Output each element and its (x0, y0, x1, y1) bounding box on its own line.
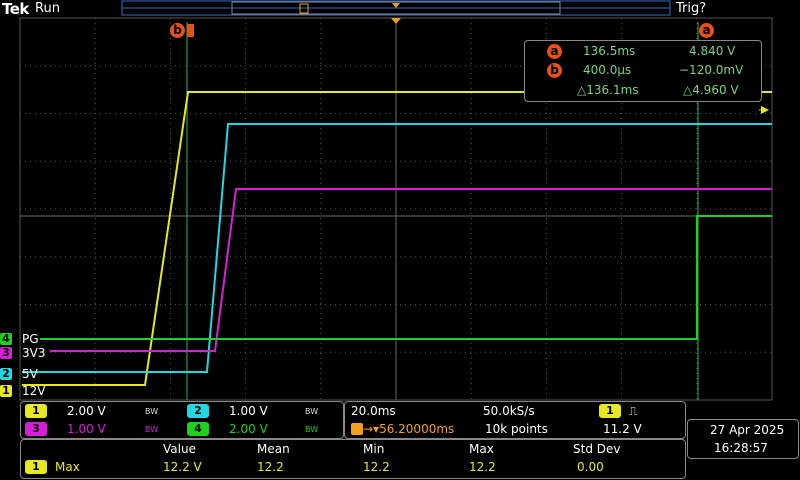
cursor-b-badge: b (547, 63, 562, 78)
timebase[interactable]: 20.0ms (351, 404, 396, 418)
ch2-badge[interactable]: 2 (187, 404, 209, 418)
ch1-scale[interactable]: 2.00 V (67, 404, 106, 418)
trigger-t-icon (351, 423, 363, 435)
measurement-panel: Value Mean Min Max Std Dev 1 Max 12.2 V … (20, 439, 686, 479)
cursor-readout: a 136.5ms 4.840 V b 400.0µs −120.0mV △13… (524, 40, 762, 102)
trigger-position-marker (391, 18, 401, 24)
meas-value: 12.2 V (163, 460, 202, 474)
ch1-badge[interactable]: 1 (25, 404, 47, 418)
datetime-display: 27 Apr 2025 16:28:57 (687, 419, 799, 459)
waveform-ch4-pg (40, 215, 772, 340)
cursor-a-badge: a (547, 44, 562, 59)
meas-type: Max (55, 460, 80, 474)
cursor-b-time: 400.0µs (583, 63, 632, 77)
vertical-settings-panel: 1 2.00 V BW 2 1.00 V BW 3 1.00 V BW 4 2.… (20, 401, 344, 439)
ch4-scale[interactable]: 2.00 V (229, 422, 268, 436)
date: 27 Apr 2025 (710, 423, 785, 437)
cursor-a-time: 136.5ms (583, 44, 636, 58)
horizontal-trigger-panel: 20.0ms 50.0kS/s 1 ⎍ →▾56.20000ms 10k poi… (344, 401, 686, 439)
ch2-scale[interactable]: 1.00 V (229, 404, 268, 418)
ch1-bw-limit: BW (145, 407, 159, 416)
meas-max: 12.2 (469, 460, 496, 474)
waveform-ch2-5v (22, 123, 772, 373)
meas-std-dev: 0.00 (577, 460, 604, 474)
sample-rate: 50.0kS/s (483, 404, 535, 418)
ch2-bw-limit: BW (305, 407, 319, 416)
record-length: 10k points (485, 422, 548, 436)
meas-header-mean: Mean (257, 442, 290, 456)
ch3-scale[interactable]: 1.00 V (67, 422, 106, 436)
cursor-b-handle (187, 24, 194, 37)
meas-mean: 12.2 (257, 460, 284, 474)
waveform-ch1-12v (22, 91, 772, 386)
cursor-a-top-badge[interactable]: a (699, 23, 714, 38)
cursor-delta-value: △4.960 V (683, 83, 739, 97)
meas-header-value: Value (163, 442, 196, 456)
trigger-slope-icon[interactable]: ⎍ (629, 404, 637, 419)
waveform-ch3-3v3 (50, 188, 772, 352)
table-row[interactable]: 1 Max 12.2 V 12.2 12.2 12.2 0.00 (21, 460, 685, 476)
ch3-badge[interactable]: 3 (25, 422, 47, 436)
trigger-position[interactable]: →▾56.20000ms (363, 422, 454, 436)
cursor-b-value: −120.0mV (679, 63, 744, 77)
ch4-badge[interactable]: 4 (187, 422, 209, 436)
meas-header-max: Max (469, 442, 494, 456)
trigger-source-badge[interactable]: 1 (599, 404, 621, 418)
meas-channel-badge: 1 (25, 460, 47, 474)
ch4-bw-limit: BW (305, 425, 319, 434)
cursor-a-value: 4.840 V (689, 44, 736, 58)
meas-min: 12.2 (363, 460, 390, 474)
cursor-b-top-badge[interactable]: b (170, 23, 185, 38)
meas-header-std-dev: Std Dev (573, 442, 621, 456)
trigger-level[interactable]: 11.2 V (603, 422, 642, 436)
time: 16:28:57 (714, 441, 768, 455)
ch3-bw-limit: BW (145, 425, 159, 434)
meas-header-min: Min (363, 442, 385, 456)
overview-trigger-marker (392, 3, 400, 8)
cursor-delta-time: △136.1ms (577, 83, 639, 97)
